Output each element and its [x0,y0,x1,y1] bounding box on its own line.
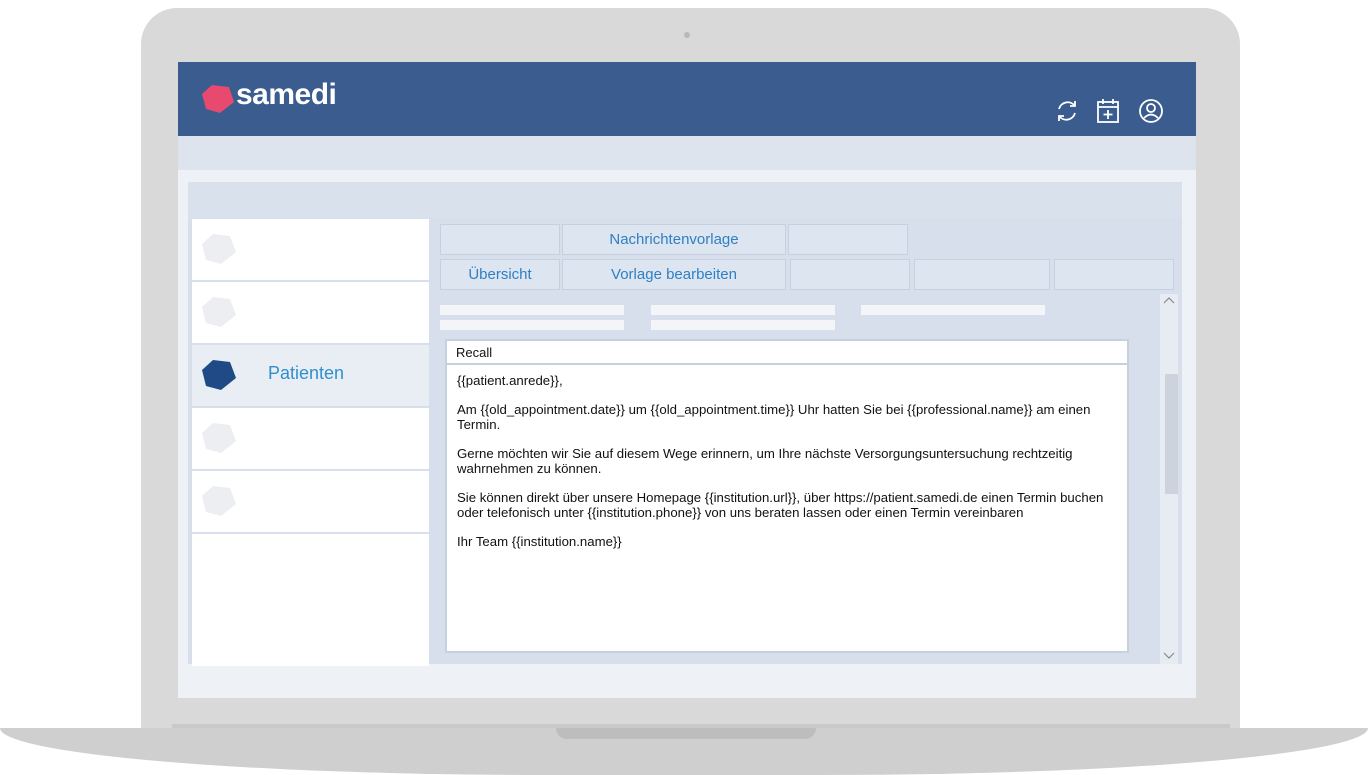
pentagon-icon [202,423,236,453]
placeholder-bar [861,305,1045,315]
placeholder-bar [651,320,835,330]
placeholder-bar [440,305,624,315]
placeholder-bar [440,320,624,330]
scroll-down-icon[interactable] [1161,650,1177,662]
app-screen: samedi Patienten Nachrichtenvorlage Über… [178,62,1196,698]
placeholder-bar [651,305,835,315]
scroll-up-icon[interactable] [1161,294,1177,306]
pentagon-icon [202,297,236,327]
calendar-add-icon[interactable] [1093,96,1123,126]
laptop-notch [556,728,816,739]
tab-row1-3[interactable] [788,224,908,255]
sidebar-item-2[interactable] [192,282,429,345]
body-greeting: {{patient.anrede}}, [457,373,563,388]
message-template-editor[interactable]: Recall {{patient.anrede}}, Am {{old_appo… [445,339,1129,653]
pentagon-icon [202,486,236,516]
body-signature: Ihr Team {{institution.name}} [457,534,622,549]
tab-vorlage-bearbeiten[interactable]: Vorlage bearbeiten [562,259,786,290]
brand-name: samedi [236,78,337,111]
panel-header [188,182,1182,218]
webcam-dot [684,32,690,38]
pentagon-icon [202,234,236,264]
samedi-logo-icon [202,85,234,113]
sidebar: Patienten [192,219,429,666]
pentagon-icon [202,360,236,390]
body-paragraph-booking: Sie können direkt über unsere Homepage {… [457,490,1104,520]
app-header: samedi [178,62,1196,136]
user-profile-icon[interactable] [1136,96,1166,126]
tab-uebersicht[interactable]: Übersicht [440,259,560,290]
sidebar-item-5[interactable] [192,471,429,534]
sub-toolbar [178,136,1196,170]
tab-row2-3[interactable] [790,259,910,290]
sidebar-item-4[interactable] [192,408,429,471]
tab-row2-4[interactable] [914,259,1050,290]
body-paragraph-appointment: Am {{old_appointment.date}} um {{old_app… [457,402,1091,432]
tab-row2-5[interactable] [1054,259,1174,290]
refresh-icon[interactable] [1052,96,1082,126]
tab-row1-1[interactable] [440,224,560,255]
sidebar-item-1[interactable] [192,219,429,282]
subject-field[interactable]: Recall [447,341,1127,365]
sidebar-item-label: Patienten [268,363,345,383]
sidebar-item-patienten[interactable]: Patienten [192,345,429,408]
body-paragraph-reminder: Gerne möchten wir Sie auf diesem Wege er… [457,446,1073,476]
scrollbar-thumb[interactable] [1165,374,1178,494]
tab-nachrichtenvorlage[interactable]: Nachrichtenvorlage [562,224,786,255]
message-body[interactable]: {{patient.anrede}}, Am {{old_appointment… [457,373,1119,563]
